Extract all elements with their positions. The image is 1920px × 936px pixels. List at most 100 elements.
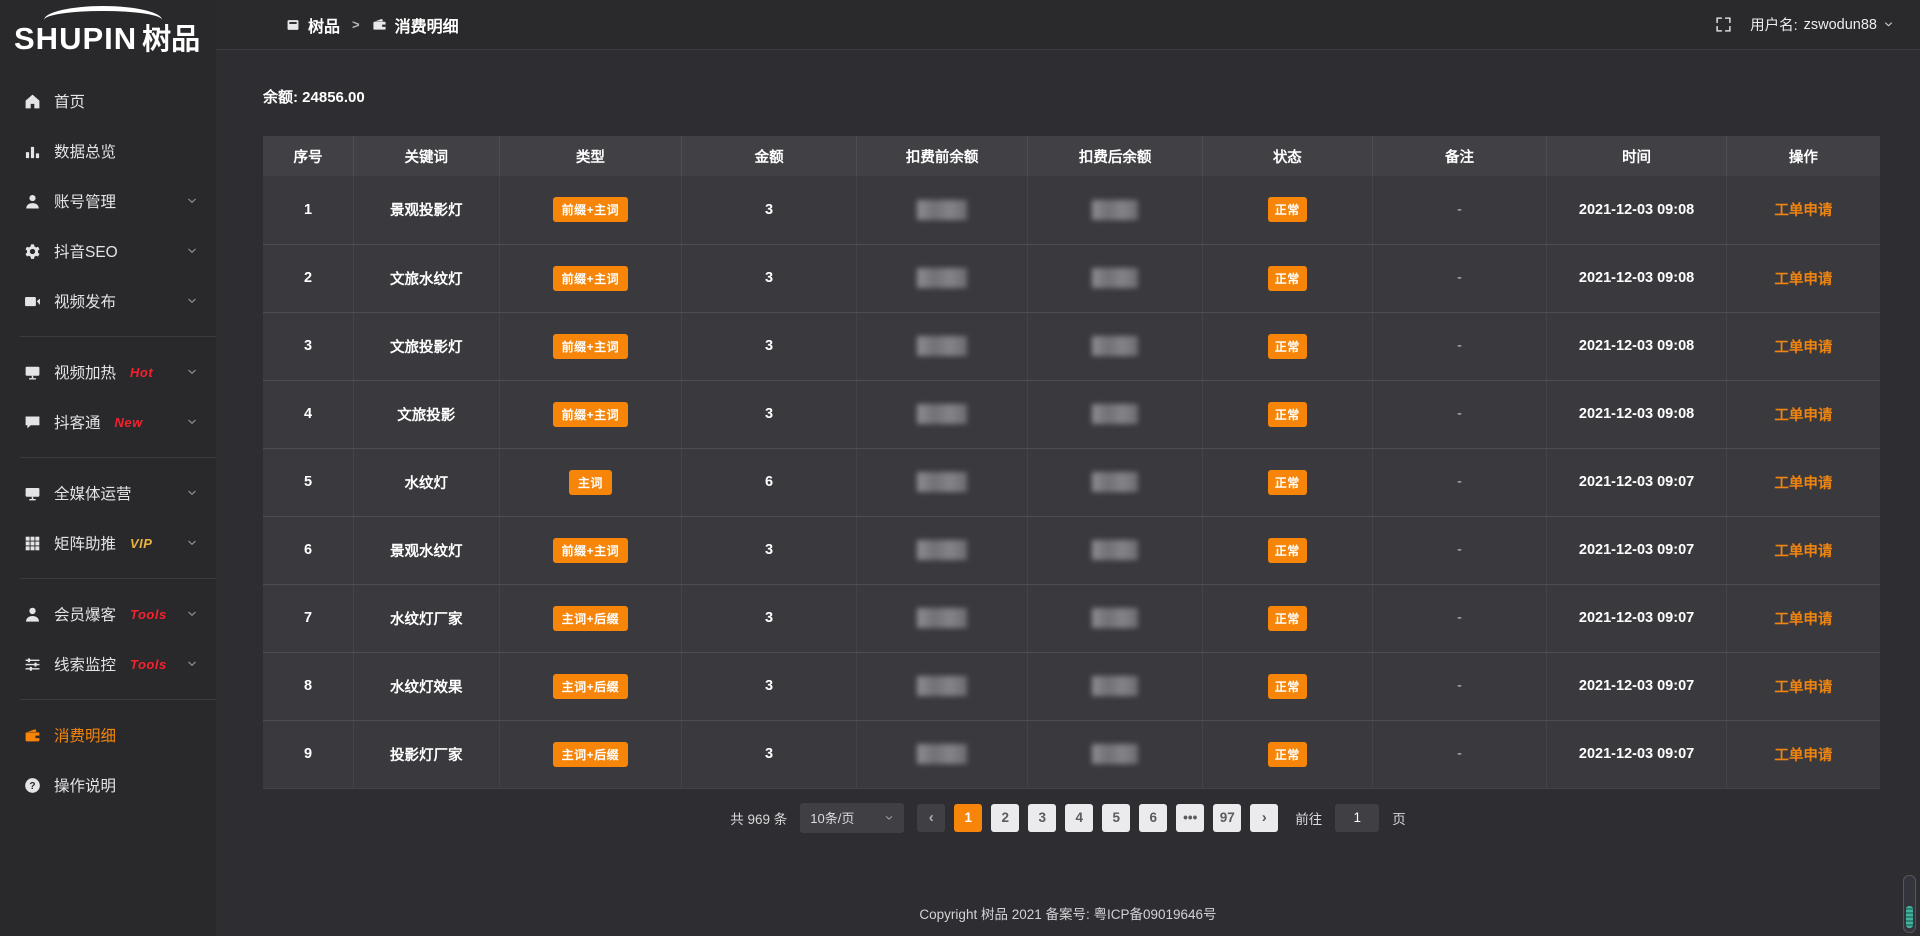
sidebar-item-douketong[interactable]: 抖客通 New (0, 397, 216, 447)
ticket-apply-link[interactable]: 工单申请 (1774, 408, 1832, 424)
sliders-icon (24, 656, 41, 673)
page-ellipsis-button[interactable]: ••• (1176, 804, 1204, 832)
scrollbar-thumb[interactable] (1906, 906, 1913, 928)
sidebar-item-label: 视频发布 (54, 290, 116, 312)
logo-text-cn: 树品 (142, 24, 200, 56)
next-page-button[interactable]: › (1250, 804, 1278, 832)
page-button-97[interactable]: 97 (1213, 804, 1241, 832)
chevron-down-icon (186, 195, 198, 207)
type-cell: 前缀+主词 (499, 312, 682, 380)
balance-before-cell (856, 720, 1027, 788)
ticket-apply-link[interactable]: 工单申请 (1774, 340, 1832, 356)
time-cell: 2021-12-03 09:08 (1547, 312, 1726, 380)
action-cell: 工单申请 (1726, 448, 1880, 516)
breadcrumb-separator: > (352, 17, 360, 32)
action-cell: 工单申请 (1726, 720, 1880, 788)
page-button-4[interactable]: 4 (1065, 804, 1093, 832)
ticket-apply-link[interactable]: 工单申请 (1774, 203, 1832, 219)
sidebar-item-label: 账号管理 (54, 190, 116, 212)
pagination: 共 969 条 10条/页 ‹ 123456•••97 › 前往 页 (216, 803, 1920, 833)
keyword-cell: 文旅投影 (354, 380, 500, 448)
page-button-1[interactable]: 1 (954, 804, 982, 832)
sidebar-item-label: 数据总览 (54, 140, 116, 162)
sidebar-item-label: 抖客通 (54, 411, 101, 433)
time-cell: 2021-12-03 09:07 (1547, 584, 1726, 652)
sidebar-item-matrix-boost[interactable]: 矩阵助推VIP (0, 518, 216, 568)
column-header: 操作 (1726, 136, 1880, 176)
amount-cell: 3 (682, 380, 857, 448)
type-cell: 前缀+主词 (499, 516, 682, 584)
chevron-down-icon (186, 245, 198, 257)
masked-balance-before (917, 608, 967, 628)
sidebar-item-instructions[interactable]: ?操作说明 (0, 760, 216, 810)
prev-page-button[interactable]: ‹ (917, 804, 945, 832)
balance-before-cell (856, 516, 1027, 584)
username-value: zswodun88 (1804, 17, 1877, 33)
breadcrumb-item-home[interactable]: 树品 (308, 13, 340, 37)
type-badge: 前缀+主词 (553, 334, 629, 359)
balance-after-cell (1028, 720, 1203, 788)
pagination-total: 共 969 条 (730, 808, 787, 828)
sidebar-item-member-baoke[interactable]: 会员爆客Tools (0, 589, 216, 639)
sidebar-item-douyin-seo[interactable]: 抖音SEO (0, 226, 216, 276)
ticket-apply-link[interactable]: 工单申请 (1774, 544, 1832, 560)
type-badge: 前缀+主词 (553, 266, 629, 291)
ticket-apply-link[interactable]: 工单申请 (1774, 476, 1832, 492)
username-label: 用户名: (1750, 14, 1798, 35)
balance-after-cell (1028, 516, 1203, 584)
ticket-apply-link[interactable]: 工单申请 (1774, 680, 1832, 696)
scrollbar[interactable] (1903, 875, 1916, 933)
keyword-cell: 景观投影灯 (354, 176, 500, 244)
sidebar-item-data-overview[interactable]: 数据总览 (0, 126, 216, 176)
user-chevron-slot (1883, 19, 1894, 30)
amount-cell: 3 (682, 720, 857, 788)
status-cell: 正常 (1202, 176, 1372, 244)
page-button-5[interactable]: 5 (1102, 804, 1130, 832)
page-button-6[interactable]: 6 (1139, 804, 1167, 832)
user-menu[interactable]: 用户名: zswodun88 (1750, 14, 1894, 35)
sidebar-item-clue-monitor[interactable]: 线索监控Tools (0, 639, 216, 689)
type-badge: 前缀+主词 (553, 538, 629, 563)
ticket-apply-link[interactable]: 工单申请 (1774, 612, 1832, 628)
main-area: 树品 > 消费明细 用户名: zswodun88 余额: 24856.00 序号… (216, 0, 1920, 936)
masked-balance-after (1092, 200, 1138, 220)
page-button-2[interactable]: 2 (991, 804, 1019, 832)
keyword-cell: 文旅投影灯 (354, 312, 500, 380)
sidebar-item-home[interactable]: 首页 (0, 76, 216, 126)
chevron-down-icon (884, 813, 894, 823)
sidebar-item-consumption-detail[interactable]: 消费明细 (0, 710, 216, 760)
masked-balance-before (917, 676, 967, 696)
ticket-apply-link[interactable]: 工单申请 (1774, 748, 1832, 764)
table-row: 4文旅投影前缀+主词3正常-2021-12-03 09:08工单申请 (263, 380, 1880, 448)
ticket-apply-link[interactable]: 工单申请 (1774, 272, 1832, 288)
table-row: 7水纹灯厂家主词+后缀3正常-2021-12-03 09:07工单申请 (263, 584, 1880, 652)
index-cell: 3 (263, 312, 354, 380)
fullscreen-button[interactable] (1715, 16, 1732, 33)
note-cell: - (1372, 516, 1547, 584)
sidebar-item-video-heat[interactable]: 视频加热Hot (0, 347, 216, 397)
sidebar-item-badge: Tools (130, 657, 167, 672)
time-cell: 2021-12-03 09:07 (1547, 448, 1726, 516)
amount-cell: 6 (682, 448, 857, 516)
page-size-select[interactable]: 10条/页 (800, 803, 904, 833)
sidebar-item-all-media-operation[interactable]: 全媒体运营 (0, 468, 216, 518)
gear-icon (24, 243, 41, 260)
sidebar-item-badge: New (115, 415, 143, 430)
status-badge: 正常 (1268, 334, 1307, 359)
page-button-3[interactable]: 3 (1028, 804, 1056, 832)
sidebar-item-account-manage[interactable]: 账号管理 (0, 176, 216, 226)
balance-after-cell (1028, 176, 1203, 244)
sidebar-item-video-publish[interactable]: 视频发布 (0, 276, 216, 326)
type-cell: 前缀+主词 (499, 244, 682, 312)
note-cell: - (1372, 176, 1547, 244)
type-cell: 主词 (499, 448, 682, 516)
sidebar-divider (20, 457, 216, 458)
goto-page-input[interactable] (1335, 804, 1379, 832)
masked-balance-after (1092, 472, 1138, 492)
type-badge: 主词+后缀 (553, 674, 629, 699)
masked-balance-before (917, 404, 967, 424)
action-cell: 工单申请 (1726, 244, 1880, 312)
sidebar-item-badge: VIP (130, 536, 152, 551)
index-cell: 4 (263, 380, 354, 448)
question-icon: ? (24, 777, 41, 794)
